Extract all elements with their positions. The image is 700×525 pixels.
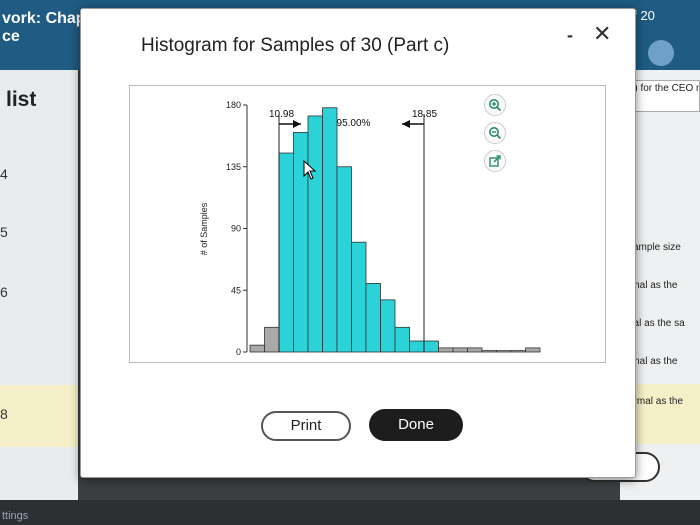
- histogram-bar-inside: [380, 299, 396, 353]
- question-item-5[interactable]: 5: [0, 224, 8, 240]
- interval-lower-label: 10.98: [269, 109, 294, 120]
- question-item-4[interactable]: 4: [0, 166, 8, 182]
- histogram-bar-outside: [452, 347, 468, 353]
- histogram-bar-inside: [394, 326, 410, 353]
- histogram-bar-inside: [409, 340, 425, 353]
- zoom-out-icon[interactable]: [484, 122, 506, 144]
- histogram-bar-inside: [278, 152, 294, 353]
- histogram-bar-outside: [510, 350, 526, 353]
- histogram-bar-inside: [322, 107, 338, 353]
- interval-percent-label: 95.00%: [337, 118, 371, 129]
- histogram-bar-outside: [249, 344, 265, 353]
- question-item-6[interactable]: 6: [0, 284, 8, 300]
- y-tick-label: 0: [236, 347, 241, 357]
- print-button[interactable]: Print: [261, 411, 351, 441]
- histogram-bar-outside: [525, 347, 541, 353]
- dialog-title: Histogram for Samples of 30 (Part c): [141, 35, 450, 56]
- histogram-chart: # of Samples 0 45 90 135 180 10.98 18.85 95.00…: [199, 100, 541, 357]
- current-question-highlight: [0, 385, 78, 447]
- avatar[interactable]: [648, 40, 674, 66]
- histogram-bar-outside: [438, 347, 454, 353]
- question-item-8[interactable]: 8: [0, 406, 8, 422]
- answer-option-c[interactable]: nal as the sa: [628, 318, 685, 329]
- y-tick-label: 135: [226, 162, 241, 172]
- histogram-bar-outside: [481, 350, 497, 353]
- y-axis-label: # of Samples: [199, 202, 209, 255]
- zoom-in-icon[interactable]: [484, 94, 506, 116]
- app-footer: [0, 500, 700, 525]
- y-tick-label: 180: [226, 100, 241, 110]
- histogram-plot: # of Samples 0 45 90 135 180 10.98 18.85 95.00…: [129, 85, 606, 363]
- close-button[interactable]: ✕: [593, 21, 611, 47]
- interval-lower-arrowhead: [293, 120, 301, 128]
- y-tick-label: 90: [231, 224, 241, 234]
- histogram-bar-inside: [336, 166, 352, 353]
- external-link-icon[interactable]: [484, 150, 506, 172]
- histogram-bar-inside: [307, 115, 323, 353]
- y-tick-label: 45: [231, 285, 241, 295]
- histogram-bar-outside: [467, 347, 483, 353]
- histogram-bar-inside: [351, 241, 367, 353]
- settings-link[interactable]: ttings: [2, 510, 28, 522]
- interval-upper-label: 18.85: [412, 109, 437, 120]
- histogram-dialog: Histogram for Samples of 30 (Part c) - ✕…: [80, 8, 636, 478]
- minimize-button[interactable]: -: [567, 25, 573, 46]
- answer-option-e[interactable]: ormal as the: [628, 396, 683, 407]
- histogram-bar-inside: [365, 282, 381, 353]
- assignment-title: vork: Chap ce: [2, 10, 86, 45]
- question-list-label: list: [6, 88, 37, 111]
- histogram-bar-inside: [423, 340, 439, 353]
- histogram-bar-outside: [496, 350, 512, 353]
- done-button[interactable]: Done: [369, 409, 463, 441]
- histogram-bar-outside: [264, 326, 280, 353]
- interval-upper-arrowhead: [402, 120, 410, 128]
